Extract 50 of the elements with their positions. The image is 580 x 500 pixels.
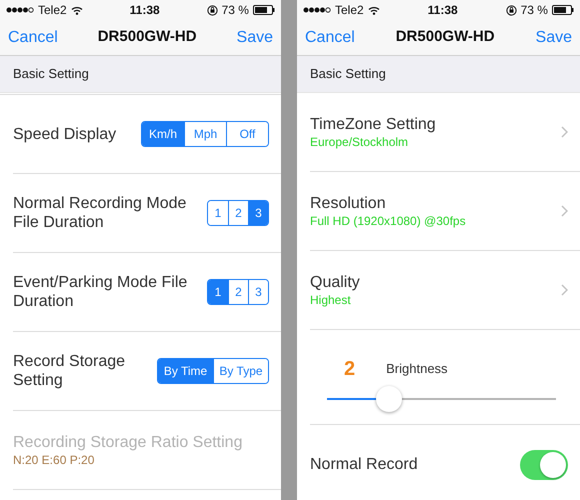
segment-option[interactable]: Off xyxy=(226,122,268,146)
save-button[interactable]: Save xyxy=(236,26,273,50)
setting-label: Resolution xyxy=(310,194,387,212)
carrier-name: Tele2 xyxy=(335,2,364,19)
setting-label: Normal Recording Mode File Duration xyxy=(13,194,188,232)
segment-option[interactable]: 1 xyxy=(208,280,228,304)
setting-label: Event/Parking Mode File Duration xyxy=(13,273,188,311)
brightness-slider[interactable] xyxy=(327,386,556,412)
battery-percent: 73 % xyxy=(520,2,548,19)
status-time: 11:38 xyxy=(428,2,458,19)
segment-option[interactable]: By Type xyxy=(213,359,268,383)
battery-percent: 73 % xyxy=(222,2,249,19)
carrier-name: Tele2 xyxy=(38,2,67,19)
setting-label: Normal Record xyxy=(310,455,418,474)
chevron-icon xyxy=(561,205,568,217)
signal-icon xyxy=(6,7,34,13)
chevron-icon xyxy=(561,284,568,296)
signal-icon xyxy=(303,7,331,13)
section-header: Basic Setting xyxy=(310,65,386,84)
setting-label: Recording Storage Ratio Setting xyxy=(13,432,242,452)
setting-value: N:20 E:60 P:20 xyxy=(13,452,96,468)
cancel-button[interactable]: Cancel xyxy=(8,26,58,50)
setting-value: Europe/Stockholm xyxy=(310,134,410,150)
nav-title: DR500GW-HD xyxy=(98,27,197,48)
rotation-lock-icon xyxy=(206,4,218,16)
setting-label: Record Storage Setting xyxy=(13,352,126,390)
battery-icon xyxy=(252,5,275,15)
segment-option[interactable]: Km/h xyxy=(142,122,184,146)
segment-option[interactable]: 3 xyxy=(248,280,268,304)
nav-title: DR500GW-HD xyxy=(396,27,495,48)
slider-thumb[interactable] xyxy=(376,386,402,412)
battery-icon xyxy=(552,5,574,15)
wifi-icon xyxy=(70,6,83,14)
status-time: 11:38 xyxy=(130,2,160,19)
brightness-label: Brightness xyxy=(386,360,448,378)
toggle-switch[interactable] xyxy=(520,450,568,480)
setting-label: TimeZone Setting xyxy=(310,114,436,134)
chevron-icon xyxy=(561,126,568,138)
section-header: Basic Setting xyxy=(13,65,89,84)
cancel-button[interactable]: Cancel xyxy=(305,26,355,50)
setting-label: Quality xyxy=(310,272,360,292)
rotation-lock-icon xyxy=(506,4,517,16)
save-button[interactable]: Save xyxy=(536,26,572,50)
brightness-value: 2 xyxy=(344,357,356,382)
segment-option[interactable]: 3 xyxy=(248,201,268,225)
setting-value: Full HD (1920x1080) @30fps xyxy=(310,212,466,228)
setting-label: Speed Display xyxy=(13,124,116,144)
setting-value: Highest xyxy=(310,292,352,308)
wifi-icon xyxy=(368,6,380,14)
segment-option[interactable]: By Time xyxy=(158,359,213,383)
